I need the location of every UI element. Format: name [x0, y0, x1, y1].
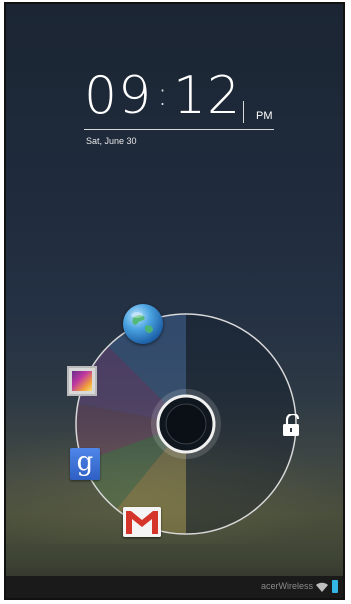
globe-icon[interactable]	[123, 304, 163, 344]
gallery-picture	[72, 371, 92, 391]
padlock-open	[283, 412, 300, 436]
unlock-handle-inner	[165, 403, 207, 445]
gmail-icon[interactable]	[123, 507, 161, 537]
google-search-icon[interactable]: g	[70, 448, 100, 480]
status-bar: acerWireless	[6, 576, 343, 598]
wifi-icon	[316, 582, 328, 592]
unlock-ring	[75, 313, 297, 535]
lockscreen: 09:12 PM Sat, June 30 g acerWireless	[4, 2, 345, 600]
gallery-icon[interactable]	[67, 366, 97, 396]
unlock-icon[interactable]	[282, 412, 302, 438]
globe-continents	[131, 312, 153, 333]
network-name: acerWireless	[260, 581, 313, 591]
battery-icon	[332, 580, 338, 593]
gmail-envelope	[123, 507, 161, 537]
